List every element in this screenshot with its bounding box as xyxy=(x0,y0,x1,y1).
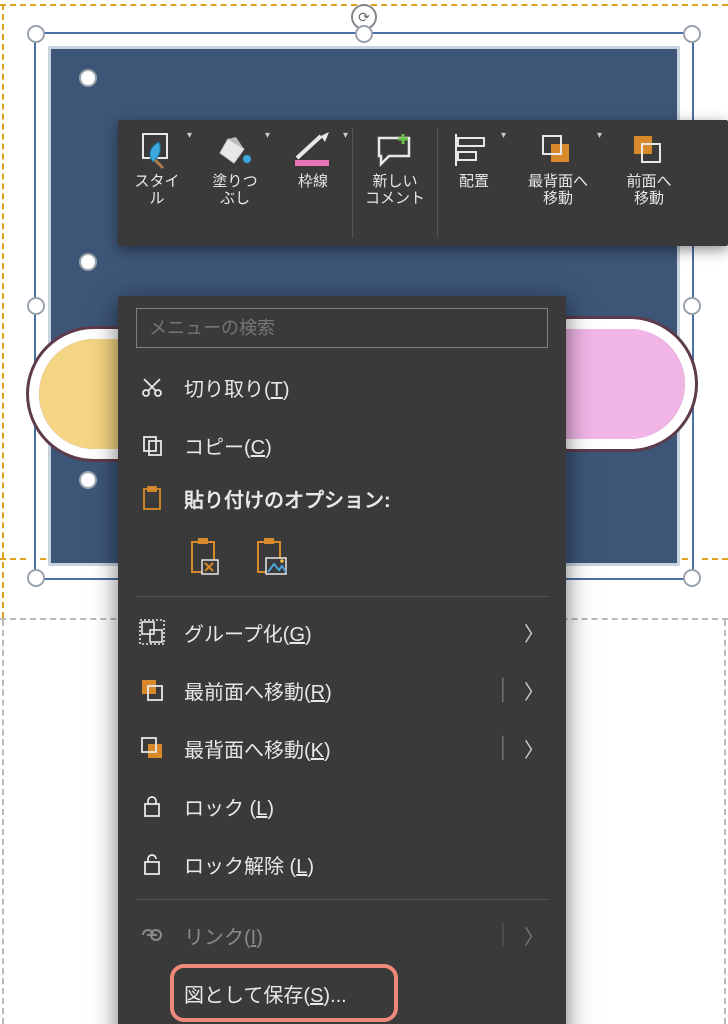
menu-item-paste-options: 貼り付けのオプション: xyxy=(118,474,566,522)
align-button[interactable]: ▾ 配置 xyxy=(438,120,510,246)
style-icon xyxy=(133,128,181,172)
link-label: リンク(I) xyxy=(184,921,498,950)
menu-item-unlock[interactable]: ロック解除 (L) xyxy=(118,835,566,893)
bring-front-icon xyxy=(136,677,168,703)
align-icon xyxy=(450,128,498,172)
menu-item-group[interactable]: グループ化(G) 〉 xyxy=(118,603,566,661)
resize-handle-se[interactable] xyxy=(683,569,701,587)
link-icon xyxy=(136,925,168,945)
split-submenu: │〉 xyxy=(498,921,545,950)
bring-front-label: 最前面へ移動(R) xyxy=(184,676,498,705)
new-comment-button[interactable]: 新しい コメント xyxy=(353,120,437,246)
save-as-picture-label: 図として保存(S)... xyxy=(184,979,544,1008)
context-menu: 切り取り(T) コピー(C) 貼り付けのオプション: xyxy=(118,296,566,1024)
bring-front-icon xyxy=(625,128,673,172)
copy-label: コピー(C) xyxy=(184,431,544,460)
paste-keep-source-button[interactable] xyxy=(184,532,226,580)
copy-icon xyxy=(136,433,168,457)
menu-item-cut[interactable]: 切り取り(T) xyxy=(118,358,566,416)
menu-item-bring-front[interactable]: 最前面へ移動(R) │〉 xyxy=(118,661,566,719)
inner-handle-bl[interactable] xyxy=(79,471,97,489)
inner-handle-ml[interactable] xyxy=(79,253,97,271)
page-right-guide xyxy=(724,620,726,1024)
page-margin-left-guide xyxy=(2,4,4,618)
split-submenu: │〉 xyxy=(498,676,545,705)
send-back-label: 最背面へ移動(K) xyxy=(184,734,498,763)
scissors-icon xyxy=(136,375,168,399)
submenu-arrow: 〉 xyxy=(524,618,544,647)
bring-front-label: 前面へ 移動 xyxy=(626,174,671,207)
style-label: スタイ ル xyxy=(134,174,179,207)
menu-search xyxy=(136,308,548,348)
send-back-label: 最背面へ 移動 xyxy=(528,174,588,207)
clipboard-icon xyxy=(136,485,168,511)
chevron-down-icon: ▾ xyxy=(597,130,602,141)
lock-label: ロック (L) xyxy=(184,792,544,821)
fill-label: 塗りつ ぶし xyxy=(212,174,257,207)
resize-handle-sw[interactable] xyxy=(27,569,45,587)
align-label: 配置 xyxy=(459,174,489,191)
chevron-down-icon: ▾ xyxy=(187,130,192,141)
paste-options-label: 貼り付けのオプション: xyxy=(184,484,544,513)
chevron-down-icon: ▾ xyxy=(501,130,506,141)
mini-toolbar: ▾ スタイ ル ▾ 塗りつ ぶし ▾ xyxy=(118,120,728,246)
menu-item-save-as-picture[interactable]: 図として保存(S)... xyxy=(118,964,566,1022)
lock-icon xyxy=(136,794,168,818)
menu-separator xyxy=(136,596,548,597)
menu-item-link: リンク(I) │〉 xyxy=(118,906,566,964)
bring-forward-button[interactable]: 前面へ 移動 xyxy=(606,120,692,246)
fill-button[interactable]: ▾ 塗りつ ぶし xyxy=(196,120,274,246)
outline-button[interactable]: ▾ 枠線 xyxy=(274,120,352,246)
send-to-back-button[interactable]: ▾ 最背面へ 移動 xyxy=(510,120,606,246)
page-left-guide xyxy=(2,620,4,1024)
send-back-icon xyxy=(534,128,582,172)
unlock-icon xyxy=(136,852,168,876)
chevron-down-icon: ▾ xyxy=(265,130,270,141)
unlock-label: ロック解除 (L) xyxy=(184,850,544,879)
menu-separator xyxy=(136,899,548,900)
menu-search-input[interactable] xyxy=(136,308,548,348)
cut-label: 切り取り(T) xyxy=(184,373,544,402)
paste-as-picture-button[interactable] xyxy=(250,532,292,580)
resize-handle-n[interactable] xyxy=(355,25,373,43)
group-label: グループ化(G) xyxy=(184,618,524,647)
paste-options-row xyxy=(118,522,566,590)
resize-handle-ne[interactable] xyxy=(683,25,701,43)
inner-handle-tl[interactable] xyxy=(79,69,97,87)
comment-label: 新しい コメント xyxy=(365,174,425,207)
resize-handle-e[interactable] xyxy=(683,297,701,315)
comment-icon xyxy=(371,128,419,172)
send-back-icon xyxy=(136,735,168,761)
split-submenu: │〉 xyxy=(498,734,545,763)
group-icon xyxy=(136,619,168,645)
menu-item-send-back[interactable]: 最背面へ移動(K) │〉 xyxy=(118,719,566,777)
outline-icon xyxy=(289,128,337,172)
menu-item-lock[interactable]: ロック (L) xyxy=(118,777,566,835)
menu-item-copy[interactable]: コピー(C) xyxy=(118,416,566,474)
outline-label: 枠線 xyxy=(298,174,328,191)
resize-handle-nw[interactable] xyxy=(27,25,45,43)
chevron-down-icon: ▾ xyxy=(343,130,348,141)
style-button[interactable]: ▾ スタイ ル xyxy=(118,120,196,246)
fill-icon xyxy=(211,128,259,172)
resize-handle-w[interactable] xyxy=(27,297,45,315)
